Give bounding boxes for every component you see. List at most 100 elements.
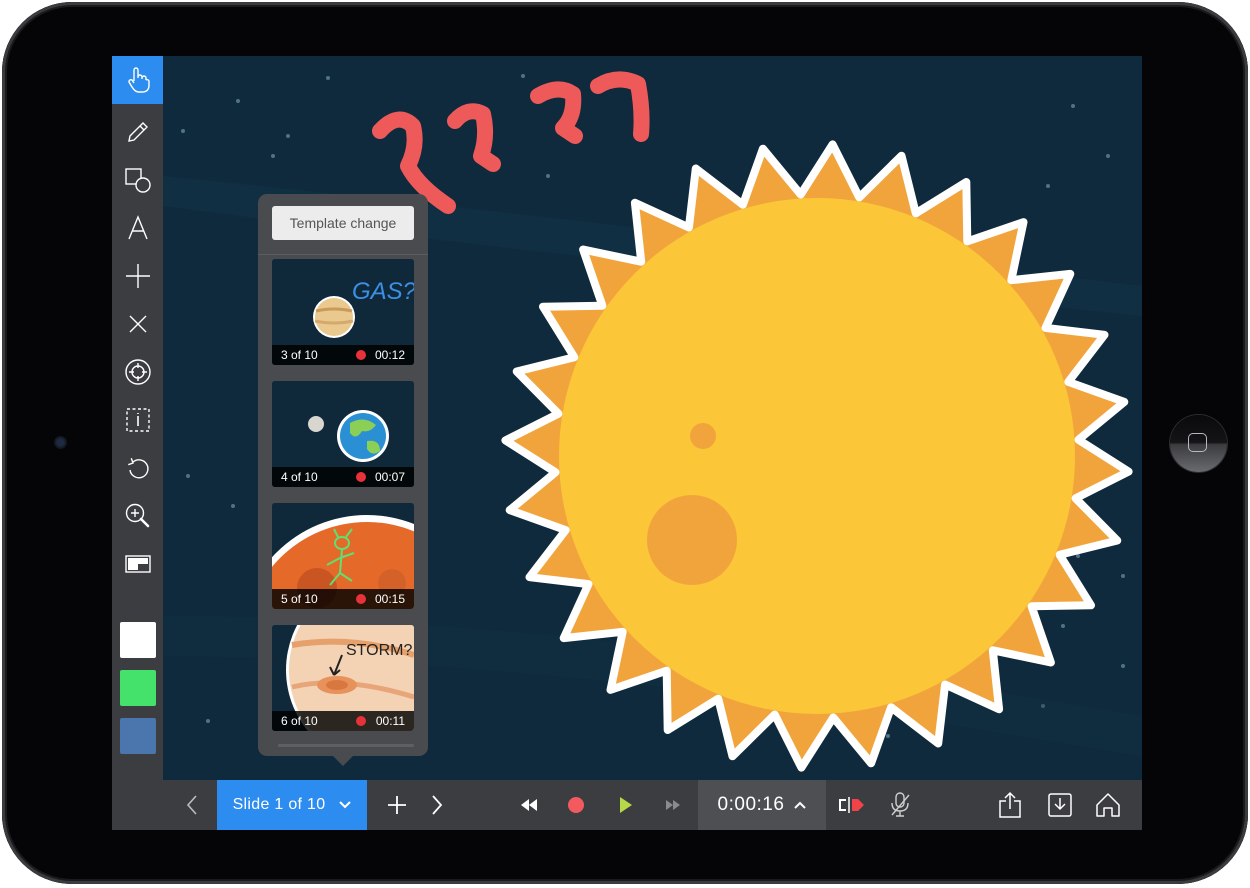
slide-thumbnail[interactable]: STORM? 6 of 10 00:11 [272, 625, 414, 731]
play-icon [620, 797, 632, 813]
bottom-toolbar: Slide 1 of 10 0:00:16 [112, 780, 1142, 830]
home-button[interactable] [1170, 415, 1227, 472]
import-button[interactable] [1042, 780, 1078, 830]
text-a-icon [127, 215, 148, 240]
slide-number: 5 of 10 [281, 592, 318, 606]
star [1046, 184, 1050, 188]
star [546, 174, 550, 178]
fast-forward-icon [666, 800, 680, 810]
handwritten-annotation[interactable] [372, 71, 650, 214]
color-swatch-blue[interactable] [120, 718, 156, 754]
star [231, 504, 235, 508]
fast-forward-button[interactable] [656, 780, 690, 830]
share-icon [999, 791, 1021, 818]
slide-selector-dropdown[interactable]: Slide 1 of 10 [217, 780, 367, 830]
chevron-down-icon [339, 801, 352, 809]
slide-number: 4 of 10 [281, 470, 318, 484]
slide-selector-label: Slide 1 of 10 [232, 796, 326, 813]
chevron-right-icon [432, 795, 443, 815]
home-icon [1096, 793, 1120, 817]
plus-icon [388, 796, 406, 814]
share-button[interactable] [992, 780, 1028, 830]
dashed-info-icon [125, 408, 150, 432]
slide-thumbnail[interactable]: 5 of 10 00:15 [272, 503, 414, 609]
add-tool-button[interactable] [112, 252, 163, 300]
thumbnail-info-bar: 3 of 10 00:12 [272, 345, 414, 365]
recorded-indicator-icon [356, 350, 366, 360]
color-swatch-green[interactable] [120, 670, 156, 706]
slide-number: 6 of 10 [281, 714, 318, 728]
star [286, 134, 290, 138]
recording-timer[interactable]: 0:00:16 [698, 780, 826, 830]
rewind-icon [521, 799, 537, 811]
crosshair-icon [124, 359, 151, 385]
panel-pointer [333, 756, 353, 766]
color-swatch-white[interactable] [120, 622, 156, 658]
star [1121, 574, 1125, 578]
star [521, 74, 525, 78]
hand-tool-button[interactable] [112, 56, 163, 104]
star [886, 734, 890, 738]
slide-thumbnail-panel: Template change GAS? 3 of 10 00:12 4 of … [258, 194, 428, 756]
thumbnail-info-bar: 6 of 10 00:11 [272, 711, 414, 731]
split-record-button[interactable] [834, 780, 870, 830]
recorded-indicator-icon [356, 472, 366, 482]
slide-duration: 00:15 [374, 592, 405, 606]
sun-spot [647, 495, 737, 585]
question-mark-stroke [530, 81, 583, 144]
slide-duration: 00:11 [375, 714, 405, 728]
template-change-button[interactable]: Template change [272, 206, 414, 240]
mic-muted-icon [891, 792, 910, 817]
zoom-tool-button[interactable] [112, 492, 163, 540]
sun-spot [690, 423, 716, 449]
star [236, 99, 240, 103]
star [186, 474, 190, 478]
zoom-in-icon [125, 503, 149, 528]
slide-duration: 00:12 [374, 348, 405, 362]
rewind-button[interactable] [512, 780, 546, 830]
microphone-toggle-button[interactable] [882, 780, 918, 830]
pen-tool-button[interactable] [112, 108, 163, 156]
timer-value: 0:00:16 [717, 794, 785, 815]
star [1121, 664, 1125, 668]
chevron-left-icon [186, 795, 197, 815]
thumbnail-info-bar: 4 of 10 00:07 [272, 467, 414, 487]
record-button[interactable] [558, 780, 594, 830]
shapes-icon [124, 168, 151, 193]
layout-tool-button[interactable] [112, 540, 163, 588]
undo-tool-button[interactable] [112, 444, 163, 492]
slide-thumbnail[interactable]: 4 of 10 00:07 [272, 381, 414, 487]
info-select-tool-button[interactable] [112, 396, 163, 444]
play-button[interactable] [608, 780, 644, 830]
picture-in-picture-icon [124, 555, 151, 573]
pencil-icon [127, 122, 148, 142]
slide-canvas[interactable]: Template change GAS? 3 of 10 00:12 4 of … [163, 56, 1142, 780]
delete-tool-button[interactable] [112, 300, 163, 348]
previous-slide-button[interactable] [177, 780, 207, 830]
star [1071, 104, 1075, 108]
tool-sidebar [112, 56, 163, 780]
chevron-up-icon [794, 801, 807, 809]
shape-tool-button[interactable] [112, 156, 163, 204]
next-slide-button[interactable] [422, 780, 452, 830]
hand-pointer-icon [127, 67, 150, 93]
import-icon [1048, 793, 1072, 817]
star [181, 129, 185, 133]
svg-text:GAS?: GAS? [352, 278, 414, 305]
star [1106, 154, 1110, 158]
panel-scroll-indicator[interactable] [278, 744, 414, 747]
slide-number: 3 of 10 [281, 348, 318, 362]
text-tool-button[interactable] [112, 204, 163, 252]
home-button-glyph [1188, 433, 1207, 452]
star [271, 154, 275, 158]
question-mark-stroke [590, 71, 650, 142]
sun-body [559, 198, 1075, 714]
slide-thumbnail[interactable]: GAS? 3 of 10 00:12 [272, 259, 414, 365]
recorded-indicator-icon [356, 594, 366, 604]
home-nav-button[interactable] [1090, 780, 1126, 830]
star [326, 76, 330, 80]
add-slide-button[interactable] [377, 780, 417, 830]
split-record-icon [839, 797, 864, 813]
pointer-tool-button[interactable] [112, 348, 163, 396]
record-icon [568, 797, 584, 813]
